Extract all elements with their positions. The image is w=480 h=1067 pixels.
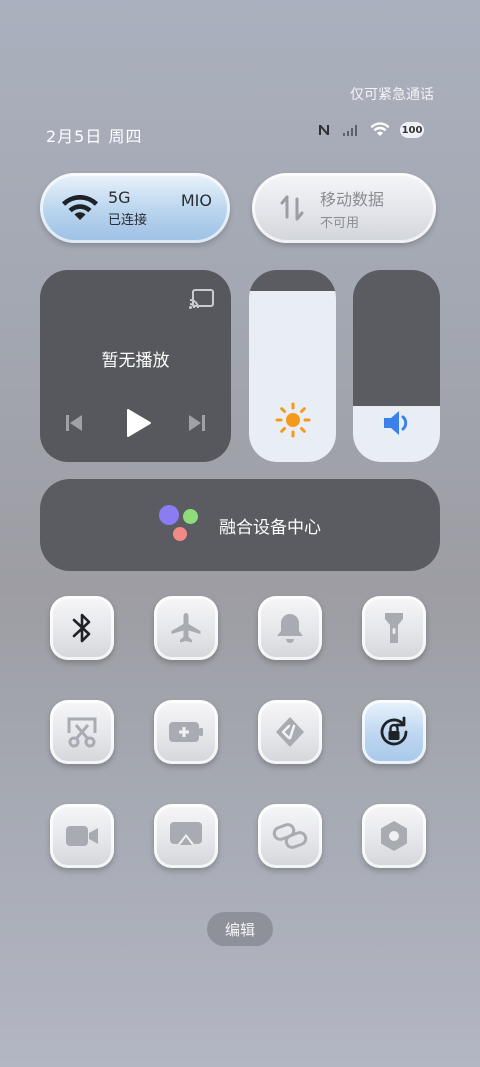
volume-slider[interactable] xyxy=(353,270,440,462)
screen-cast-icon xyxy=(168,820,204,852)
bell-icon xyxy=(275,611,305,645)
mobile-data-status: 不可用 xyxy=(320,215,360,231)
cast-icon[interactable] xyxy=(189,288,215,314)
airplane-icon xyxy=(169,611,203,645)
video-camera-icon xyxy=(64,823,100,849)
settings-toggle[interactable] xyxy=(362,804,426,868)
speaker-icon xyxy=(353,408,440,438)
link-icon xyxy=(272,821,308,851)
fusion-label: 融合设备中心 xyxy=(219,517,321,538)
wifi-status: 已连接 xyxy=(108,213,148,228)
edit-button[interactable]: 编辑 xyxy=(207,912,273,946)
play-icon[interactable] xyxy=(124,408,152,442)
battery-plus-icon xyxy=(168,720,204,744)
wifi-ssid: MIO xyxy=(180,191,212,210)
bluetooth-icon xyxy=(68,611,96,645)
share-icon xyxy=(273,715,307,749)
share-toggle[interactable] xyxy=(258,700,322,764)
battery-indicator: 100 xyxy=(400,122,424,138)
screen-cast-toggle[interactable] xyxy=(154,804,218,868)
nfc-icon xyxy=(316,122,332,138)
date-label: 2月5日 周四 xyxy=(46,127,143,146)
hex-settings-icon xyxy=(377,819,411,853)
brightness-slider[interactable] xyxy=(249,270,336,462)
fusion-dots-icon xyxy=(159,503,203,547)
media-title: 暂无播放 xyxy=(101,351,170,371)
media-player-card[interactable]: 暂无播放 xyxy=(40,270,231,462)
ring-mode-toggle[interactable] xyxy=(258,596,322,660)
fusion-device-center[interactable]: 融合设备中心 xyxy=(40,479,440,571)
flashlight-toggle[interactable] xyxy=(362,596,426,660)
link-toggle[interactable] xyxy=(258,804,322,868)
mobile-data-toggle[interactable]: 移动数据 不可用 xyxy=(252,173,436,243)
wifi-icon xyxy=(60,194,100,222)
wifi-toggle[interactable]: 5G 已连接 MIO xyxy=(40,173,230,243)
status-icons: 100 xyxy=(316,122,424,138)
wifi-status-icon xyxy=(370,122,390,138)
screen-record-toggle[interactable] xyxy=(50,804,114,868)
mobile-data-icon xyxy=(272,193,312,223)
wifi-network-type: 5G xyxy=(108,188,131,207)
mobile-data-title: 移动数据 xyxy=(320,189,385,209)
battery-saver-toggle[interactable] xyxy=(154,700,218,764)
airplane-mode-toggle[interactable] xyxy=(154,596,218,660)
sun-icon xyxy=(249,402,336,438)
screenshot-toggle[interactable] xyxy=(50,700,114,764)
rotation-lock-icon xyxy=(376,714,412,750)
scissors-icon xyxy=(65,715,99,749)
previous-track-icon[interactable] xyxy=(64,413,84,437)
rotation-lock-toggle[interactable] xyxy=(362,700,426,764)
emergency-call-only-text: 仅可紧急通话 xyxy=(350,87,434,103)
bluetooth-toggle[interactable] xyxy=(50,596,114,660)
flashlight-icon xyxy=(382,611,406,645)
next-track-icon[interactable] xyxy=(187,413,207,437)
signal-icon xyxy=(342,123,360,137)
